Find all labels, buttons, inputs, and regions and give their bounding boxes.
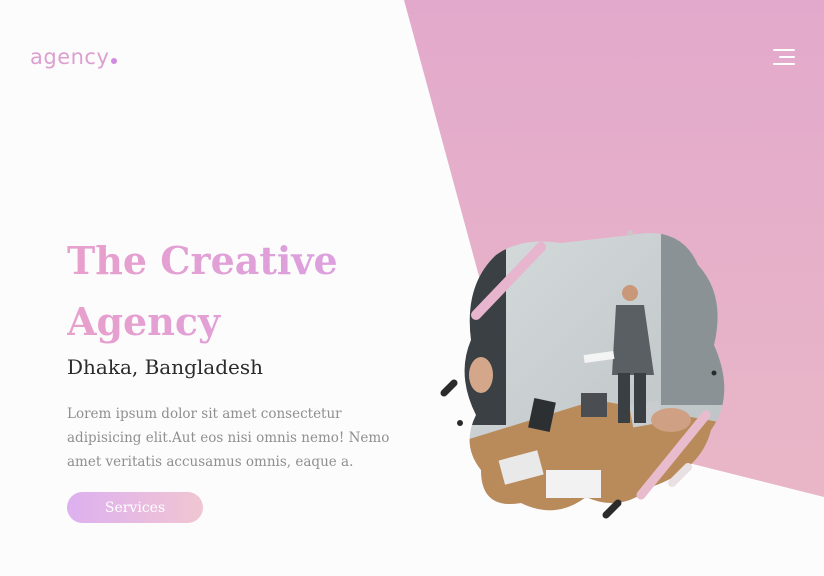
logo-dot-icon <box>111 58 118 64</box>
hero-description: Lorem ipsum dolor sit amet consectetur a… <box>67 406 390 470</box>
logo-text: agency <box>30 45 110 69</box>
services-button[interactable]: Services <box>67 492 203 523</box>
hamburger-menu-icon[interactable] <box>771 48 795 68</box>
logo[interactable]: agency <box>30 45 118 69</box>
hero-image <box>440 230 725 519</box>
hero-title: The Creative Agency <box>67 230 397 352</box>
hero-subtitle: Dhaka, Bangladesh <box>67 355 264 379</box>
